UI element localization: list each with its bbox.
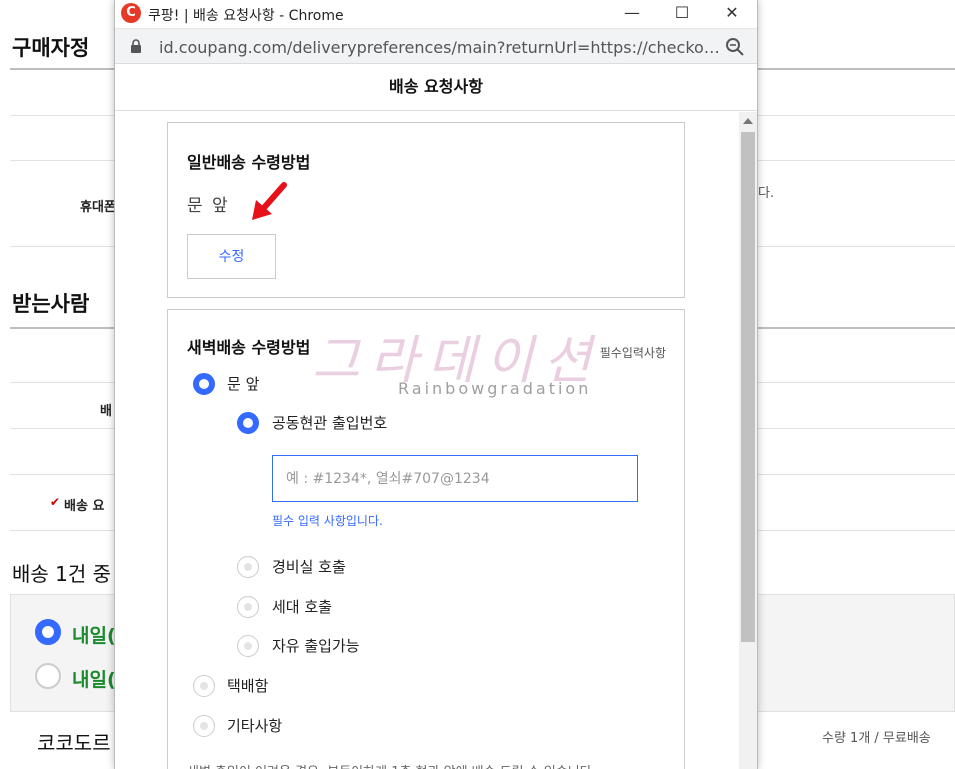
quantity-info: 수량 1개 / 무료배송 xyxy=(822,731,931,746)
red-arrow-icon xyxy=(252,182,287,220)
address-bar[interactable]: id.coupang.com/deliverypreferences/main?… xyxy=(115,28,757,64)
edit-button[interactable]: 수정 xyxy=(187,234,276,279)
coupang-app-icon: C xyxy=(121,3,141,23)
delivery-option-radio[interactable] xyxy=(35,619,61,645)
radio-unit-call[interactable] xyxy=(237,596,259,618)
close-icon[interactable]: ✕ xyxy=(707,0,757,28)
option-label: 문 앞 xyxy=(227,375,260,393)
dawn-delivery-title: 새벽배송 수령방법 xyxy=(187,338,311,357)
phone-note: 다. xyxy=(758,186,775,201)
maximize-icon[interactable]: ☐ xyxy=(657,0,707,28)
radio-parcel-box[interactable] xyxy=(193,675,215,697)
delivery-request-label: 배송 요 xyxy=(64,499,105,514)
delivery-count-title: 배송 1건 중 xyxy=(12,562,112,586)
window-title: 쿠팡! | 배송 요청사항 - Chrome xyxy=(148,8,344,24)
delivery-option-label: 내일( xyxy=(72,625,116,647)
radio-free-access[interactable] xyxy=(237,635,259,657)
option-label: 자유 출입가능 xyxy=(272,637,360,655)
zoom-icon[interactable] xyxy=(725,37,745,57)
phone-label: 휴대폰 xyxy=(80,200,116,215)
product-name: 코코도르 xyxy=(37,731,111,755)
scroll-up-icon[interactable] xyxy=(743,118,753,124)
recipient-info-title: 받는사람 xyxy=(12,292,90,316)
buyer-info-title: 구매자정 xyxy=(12,36,90,60)
radio-door-front[interactable] xyxy=(193,373,215,395)
url-text[interactable]: id.coupang.com/deliverypreferences/main?… xyxy=(159,38,719,57)
radio-entrance-code[interactable] xyxy=(237,412,259,434)
lock-icon xyxy=(131,39,141,53)
general-delivery-card: 일반배송 수령방법 문 앞 수정 xyxy=(167,122,685,298)
title-bar: C 쿠팡! | 배송 요청사항 - Chrome — ☐ ✕ xyxy=(115,0,757,28)
dawn-note: 새벽 출입이 어려운 경우, 부득이하게 1층 현관 앞에 배송 드릴 수 있습… xyxy=(187,761,596,769)
required-note: 필수입력사항 xyxy=(599,346,666,360)
scroll-thumb[interactable] xyxy=(741,132,755,642)
row-label: 배 xyxy=(100,404,112,419)
option-label: 세대 호출 xyxy=(272,598,332,616)
general-delivery-value: 문 앞 xyxy=(187,196,230,216)
helper-text: 필수 입력 사항입니다. xyxy=(272,514,383,528)
option-label: 공동현관 출입번호 xyxy=(272,414,388,432)
general-delivery-title: 일반배송 수령방법 xyxy=(187,153,311,172)
radio-other[interactable] xyxy=(193,715,215,737)
watermark-subtext: Rainbowgradation xyxy=(398,379,592,398)
entrance-code-input[interactable] xyxy=(272,455,638,502)
scrollbar[interactable] xyxy=(739,112,757,769)
delivery-option-label: 내일( xyxy=(72,669,116,691)
page-title: 배송 요청사항 xyxy=(115,64,757,111)
radio-security-office[interactable] xyxy=(237,556,259,578)
check-icon: ✔ xyxy=(50,495,61,509)
popup-content: 일반배송 수령방법 문 앞 수정 새벽배송 수령방법 필수입력사항 문 앞 공동… xyxy=(115,112,739,769)
option-label: 택배함 xyxy=(227,677,269,695)
delivery-option-radio[interactable] xyxy=(35,663,61,689)
option-label: 기타사항 xyxy=(227,717,283,735)
option-label: 경비실 호출 xyxy=(272,558,346,576)
minimize-icon[interactable]: — xyxy=(607,0,657,28)
